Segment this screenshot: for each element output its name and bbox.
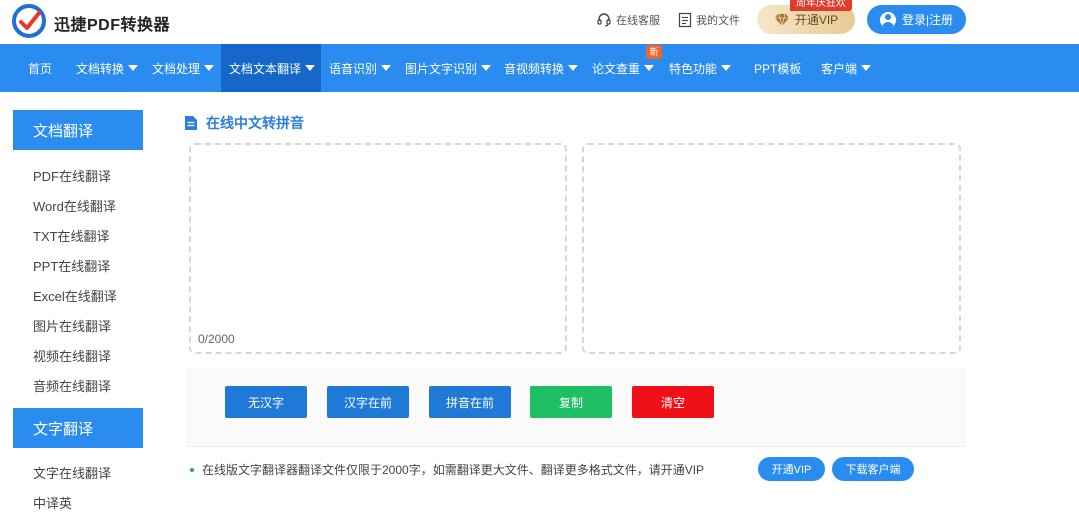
my-files-link[interactable]: 我的文件 — [678, 12, 740, 28]
limit-note-text: 在线版文字翻译器翻译文件仅限于2000字，如需翻译更大文件、翻译更多格式文件，请… — [202, 463, 705, 477]
nav-ppt-templates[interactable]: PPT模板 — [754, 44, 801, 92]
sidebar-heading-text-translate: 文字翻译 — [13, 408, 143, 448]
caret-down-icon — [568, 65, 579, 71]
nav-av-convert-label: 音视频转换 — [504, 61, 565, 76]
sidebar-item-pdf-translate[interactable]: PDF在线翻译 — [33, 166, 111, 185]
note-open-vip-button[interactable]: 开通VIP — [758, 457, 825, 481]
nav-paper-check[interactable]: 论文查重 — [592, 44, 655, 92]
nav-paper-check-label: 论文查重 — [592, 61, 641, 76]
sidebar-item-word-translate[interactable]: Word在线翻译 — [33, 196, 116, 215]
anniversary-tag: 周年庆狂欢 — [790, 0, 852, 11]
caret-down-icon — [204, 65, 215, 71]
my-files-label: 我的文件 — [696, 15, 740, 27]
no-hanzi-button[interactable]: 无汉字 — [225, 386, 307, 418]
top-header: 迅捷PDF转换器 在线客服 我的文件 开通VIP 周年庆狂欢 登录|注册 — [0, 0, 1079, 44]
nav-features-label: 特色功能 — [669, 61, 718, 76]
nav-doc-convert-label: 文档转换 — [76, 61, 125, 76]
hanzi-first-button[interactable]: 汉字在前 — [327, 386, 409, 418]
nav-client-label: 客户端 — [821, 61, 858, 76]
open-vip-label: 开通VIP — [794, 13, 839, 27]
chinese-input-textarea[interactable] — [189, 143, 567, 354]
online-service-link[interactable]: 在线客服 — [596, 12, 660, 28]
brand-name[interactable]: 迅捷PDF转换器 — [54, 11, 170, 35]
new-badge: 新 — [646, 45, 662, 59]
sidebar-item-audio-translate[interactable]: 音频在线翻译 — [33, 376, 111, 395]
sidebar-heading-doc-translate: 文档翻译 — [13, 110, 143, 150]
nav-image-ocr-label: 图片文字识别 — [405, 61, 478, 76]
pinyin-first-button[interactable]: 拼音在前 — [429, 386, 511, 418]
nav-ppt-templates-label: PPT模板 — [754, 61, 802, 76]
document-icon — [185, 116, 197, 130]
nav-doc-translate-label: 文档文本翻译 — [229, 61, 302, 76]
nav-doc-translate[interactable]: 文档文本翻译 — [221, 44, 321, 92]
section-title-label: 在线中文转拼音 — [206, 115, 304, 131]
nav-home-label: 首页 — [27, 61, 52, 76]
nav-doc-process-label: 文档处理 — [152, 61, 201, 76]
caret-down-icon — [128, 65, 139, 71]
section-title: 在线中文转拼音 — [184, 113, 304, 133]
sidebar-item-cn-to-en[interactable]: 中译英 — [33, 493, 72, 512]
sidebar-item-ppt-translate[interactable]: PPT在线翻译 — [33, 256, 110, 275]
nav-av-convert[interactable]: 音视频转换 — [504, 44, 579, 92]
clear-button[interactable]: 清空 — [632, 386, 714, 418]
sidebar-item-text-translate[interactable]: 文字在线翻译 — [33, 463, 111, 482]
pinyin-output-area[interactable] — [582, 143, 961, 354]
bullet-icon — [190, 467, 194, 472]
char-counter: 0/2000 — [198, 332, 235, 346]
nav-speech-recognition-label: 语音识别 — [329, 61, 378, 76]
sidebar-item-txt-translate[interactable]: TXT在线翻译 — [33, 226, 110, 245]
diamond-icon — [774, 13, 789, 26]
caret-down-icon — [721, 65, 732, 71]
limit-note: 在线版文字翻译器翻译文件仅限于2000字，如需翻译更大文件、翻译更多格式文件，请… — [190, 461, 704, 478]
online-service-label: 在线客服 — [616, 15, 660, 27]
document-icon — [678, 12, 692, 28]
nav-doc-convert[interactable]: 文档转换 — [76, 44, 139, 92]
sidebar-item-excel-translate[interactable]: Excel在线翻译 — [33, 286, 117, 305]
divider — [186, 446, 966, 447]
nav-features[interactable]: 特色功能 — [669, 44, 732, 92]
sidebar-item-image-translate[interactable]: 图片在线翻译 — [33, 316, 111, 335]
nav-client[interactable]: 客户端 — [821, 44, 872, 92]
main-nav: 首页 文档转换 文档处理 文档文本翻译 语音识别 图片文字识别 音视频转换 论文… — [0, 44, 1079, 92]
nav-image-ocr[interactable]: 图片文字识别 — [405, 44, 492, 92]
caret-down-icon — [481, 65, 492, 71]
caret-down-icon — [305, 65, 316, 71]
logo-icon[interactable] — [12, 4, 46, 38]
login-register-label: 登录|注册 — [901, 13, 954, 27]
caret-down-icon — [644, 65, 655, 71]
nav-speech-recognition[interactable]: 语音识别 — [329, 44, 392, 92]
caret-down-icon — [381, 65, 392, 71]
sidebar-item-video-translate[interactable]: 视频在线翻译 — [33, 346, 111, 365]
nav-home[interactable]: 首页 — [18, 44, 62, 92]
headset-icon — [597, 13, 611, 27]
caret-down-icon — [861, 65, 872, 71]
copy-button[interactable]: 复制 — [530, 386, 612, 418]
nav-doc-process[interactable]: 文档处理 — [152, 44, 215, 92]
download-client-button[interactable]: 下载客户端 — [832, 457, 914, 481]
user-avatar-icon — [879, 11, 896, 28]
login-register-button[interactable]: 登录|注册 — [867, 5, 966, 34]
